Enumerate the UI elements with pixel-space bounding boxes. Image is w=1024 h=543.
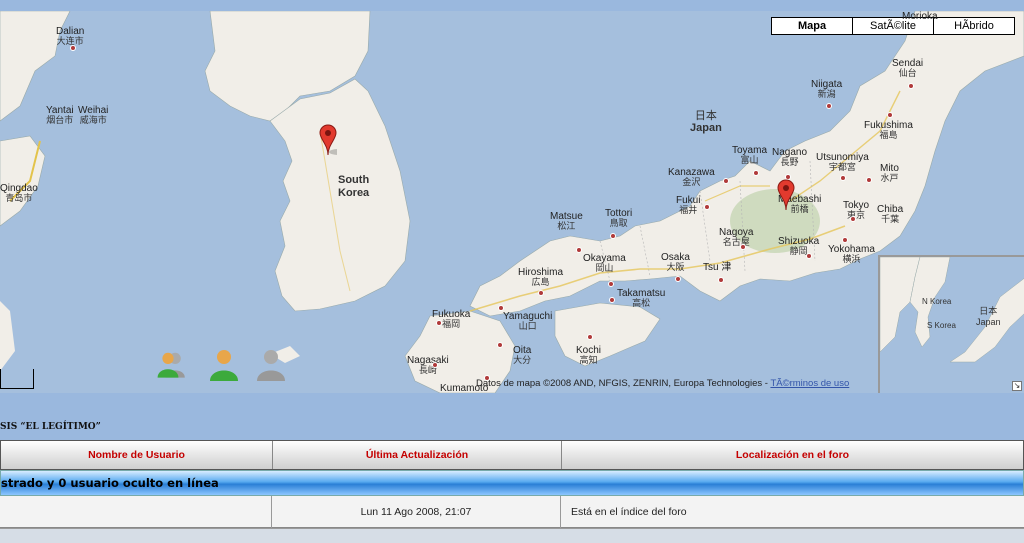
city-label-kochi: Kochi 高知 (576, 345, 602, 366)
city-label-morioka: Morioka (902, 11, 938, 22)
country-label-japan: 日本 Japan (690, 109, 722, 135)
city-label-sendai: Sendai 仙台 (892, 58, 924, 79)
online-users-table: Nombre de Usuario Última Actualización L… (0, 440, 1024, 543)
city-marker (740, 244, 746, 250)
city-label-toyama: Toyama 富山 (732, 145, 768, 166)
city-marker (826, 103, 832, 109)
overview-label-japan: 日本 Japan (976, 306, 1001, 327)
city-marker (538, 290, 544, 296)
city-marker (840, 175, 846, 181)
country-label-south-korea: South Korea (338, 174, 370, 199)
city-marker (842, 237, 848, 243)
cell-location: Está en el índice del foro (571, 506, 687, 518)
city-label-matsue: Matsue 松江 (550, 211, 583, 232)
city-label-oita: Oita 大分 (513, 345, 532, 366)
city-marker (850, 216, 856, 222)
city-label-nagano: Nagano 長野 (772, 147, 808, 168)
city-label-mito: Mito 水戸 (880, 163, 899, 184)
map-type-button-map[interactable]: Mapa (771, 17, 853, 35)
city-marker (70, 45, 76, 51)
city-label-yokohama: Yokohama 横浜 (828, 244, 875, 265)
overview-toggle-icon[interactable]: ↘ (1012, 381, 1022, 391)
city-label-yantai: Yantai 烟台市 (46, 105, 74, 126)
city-marker (497, 342, 503, 348)
map-type-button-hybrid[interactable]: HÃ­brido (933, 17, 1015, 35)
cell-username[interactable] (0, 496, 272, 528)
city-label-osaka: Osaka 大阪 (661, 252, 690, 273)
column-header-last-update[interactable]: Última Actualización (273, 441, 562, 469)
city-marker (587, 334, 593, 340)
country-label-japan-en: Japan (690, 122, 722, 134)
city-marker (887, 112, 893, 118)
user-offline-icon[interactable] (255, 347, 287, 381)
map-scale-bar (0, 369, 34, 389)
overview-label-north-korea: N Korea (922, 297, 952, 306)
city-label-fukui: Fukui 福井 (676, 195, 701, 216)
city-label-hiroshima: Hiroshima 広島 (518, 267, 564, 288)
column-header-location[interactable]: Localización en el foro (562, 441, 1023, 469)
city-label-fukushima: Fukushima 福島 (864, 120, 913, 141)
city-label-tottori: Tottori 鳥取 (605, 208, 633, 229)
city-marker (609, 297, 615, 303)
city-label-qingdao: Qingdao 青岛市 (0, 183, 38, 204)
terms-of-use-link[interactable]: TÃ©rminos de uso (770, 378, 849, 389)
city-marker (608, 281, 614, 287)
city-marker (704, 204, 710, 210)
overview-map[interactable]: N Korea S Korea 日本 Japan ↘ (878, 255, 1024, 393)
users-group-icon[interactable] (156, 347, 188, 381)
column-header-username[interactable]: Nombre de Usuario (1, 441, 273, 469)
city-marker (498, 305, 504, 311)
map-terrain (0, 11, 1024, 393)
city-marker (806, 253, 812, 259)
country-label-japan-jp: 日本 (694, 109, 717, 122)
city-label-utsunomiya: Utsunomiya 宇都宮 (816, 152, 869, 173)
city-marker (753, 170, 759, 176)
city-label-okayama: Okayama 岡山 (583, 253, 626, 274)
city-marker (866, 177, 872, 183)
city-label-nagoya: Nagoya 名古屋 (719, 227, 754, 248)
map-pin-icon[interactable] (777, 179, 795, 211)
online-summary-text: strado y 0 usuario oculto en línea (1, 476, 219, 490)
city-marker (718, 277, 724, 283)
online-summary-band: strado y 0 usuario oculto en línea (0, 470, 1024, 496)
city-marker (576, 247, 582, 253)
map-pin-icon[interactable] (319, 124, 337, 156)
city-marker (675, 276, 681, 282)
forum-title: SIS “EL LEGÍTIMO” (0, 422, 101, 432)
map[interactable]: Mapa SatÃ©lite HÃ­brido South Korea 日本 J… (0, 11, 1024, 393)
city-label-tsu: Tsu 津 (703, 262, 732, 273)
city-marker (432, 362, 438, 368)
city-label-kanazawa: Kanazawa 金沢 (668, 167, 715, 188)
city-marker (436, 320, 442, 326)
user-online-icon[interactable] (208, 347, 240, 381)
overview-label-south-korea: S Korea (927, 321, 956, 330)
city-label-yamaguchi: Yamaguchi 山口 (503, 311, 553, 332)
city-marker (723, 178, 729, 184)
city-label-weihai: Weihai 威海市 (78, 105, 109, 126)
city-label-niigata: Niigata 新潟 (811, 79, 843, 100)
table-row: Lun 11 Ago 2008, 21:07 Está en el índice… (0, 496, 1024, 528)
city-label-takamatsu: Takamatsu 高松 (617, 288, 666, 309)
map-copyright: Datos de mapa ©2008 AND, NFGIS, ZENRIN, … (476, 378, 850, 389)
table-footer (0, 528, 1024, 543)
city-label-chiba: Chiba 千葉 (877, 204, 904, 225)
city-label-shizuoka: Shizuoka 静岡 (778, 236, 820, 257)
city-marker (610, 233, 616, 239)
cell-last-update: Lun 11 Ago 2008, 21:07 (272, 496, 561, 528)
city-marker (908, 83, 914, 89)
page: Mapa SatÃ©lite HÃ­brido South Korea 日本 J… (0, 0, 1024, 543)
table-header: Nombre de Usuario Última Actualización L… (0, 440, 1024, 470)
city-label-tokyo: Tokyo 東京 (843, 200, 870, 221)
city-label-nagasaki: Nagasaki 長崎 (407, 355, 449, 376)
